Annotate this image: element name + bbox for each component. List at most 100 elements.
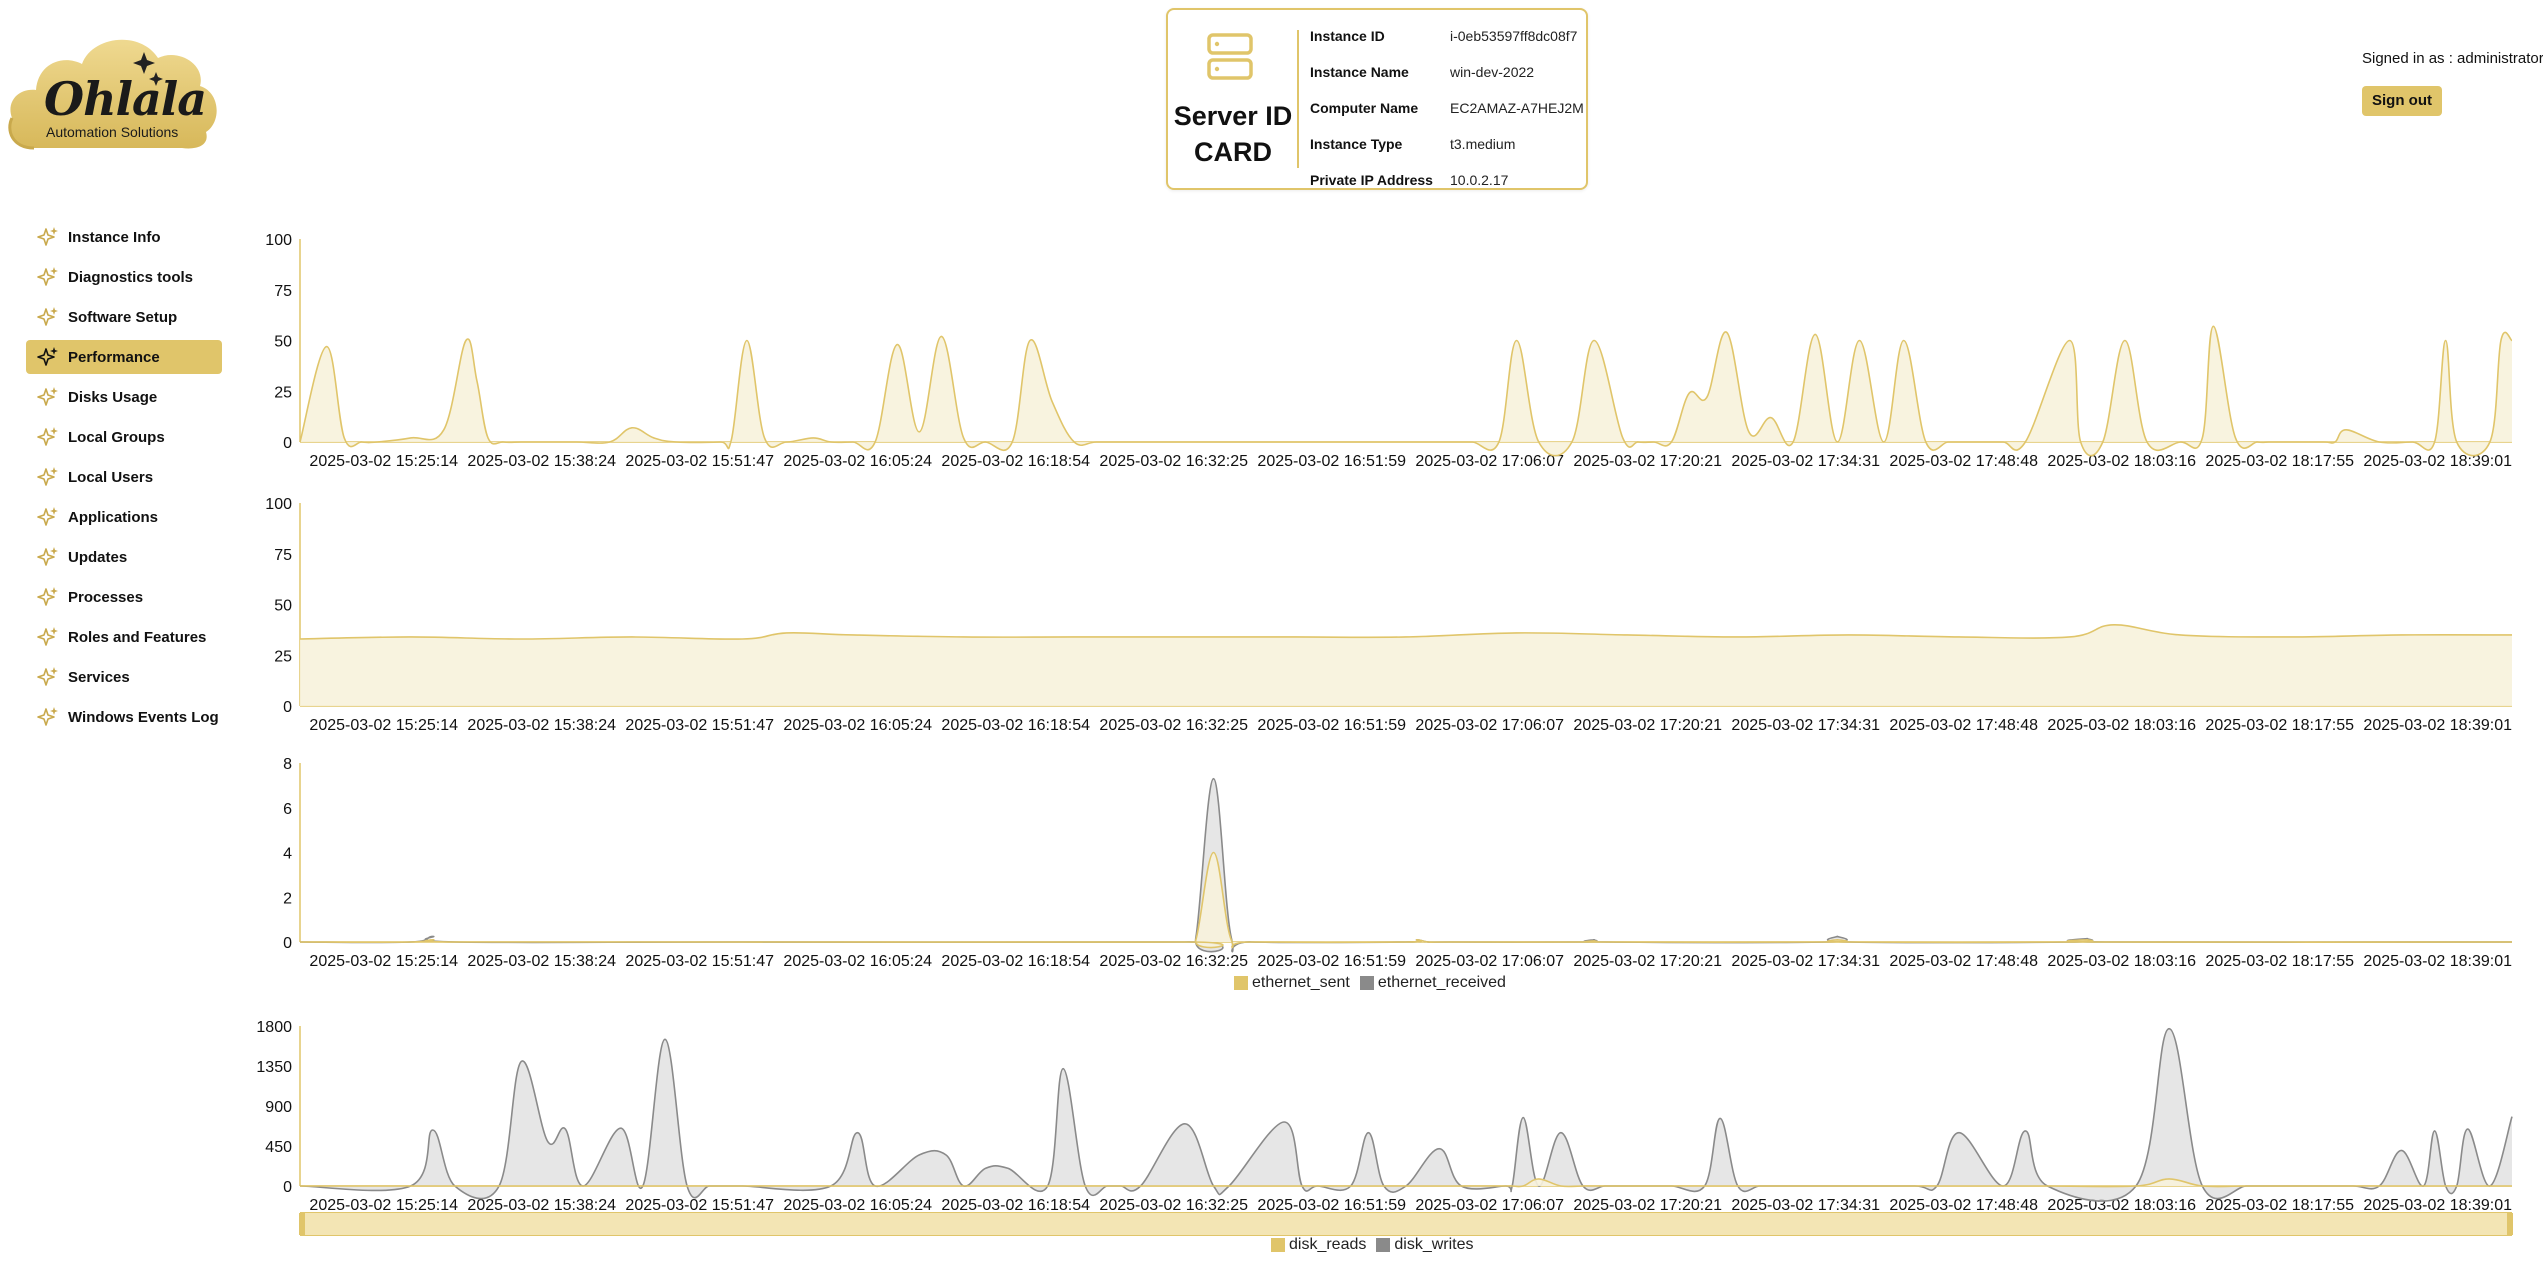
legend-item[interactable]: ethernet_received	[1359, 974, 1506, 992]
y-tick-label: 25	[274, 648, 292, 665]
ohlala-logo[interactable]: Ohlala Automation Solutions	[6, 30, 226, 150]
x-tick-label: 2025-03-02 16:18:54	[941, 453, 1090, 470]
id-card-title: Server ID CARD	[1172, 98, 1294, 170]
x-tick-label: 2025-03-02 15:51:47	[625, 953, 774, 970]
y-tick-label: 0	[283, 1179, 292, 1196]
field-label: Instance Name	[1310, 64, 1409, 80]
sidebar-item-software-setup[interactable]: Software Setup	[26, 300, 222, 334]
sidebar-nav: Instance Info Diagnostics tools Software…	[26, 220, 222, 740]
sidebar-item-updates[interactable]: Updates	[26, 540, 222, 574]
y-tick-label: 2	[283, 890, 292, 907]
series-area	[300, 326, 2512, 456]
y-tick-label: 6	[283, 801, 292, 818]
x-tick-label: 2025-03-02 17:20:21	[1573, 717, 1722, 734]
x-tick-label: 2025-03-02 16:05:24	[783, 953, 932, 970]
sidebar-item-instance-info[interactable]: Instance Info	[26, 220, 222, 254]
field-value: t3.medium	[1450, 136, 1516, 152]
x-tick-label: 2025-03-02 16:18:54	[941, 953, 1090, 970]
network-chart: 0 2 4 6 8 2025-03-02 15:25:14 2025-03-02 15:38…	[250, 752, 2512, 982]
legend-item[interactable]: disk_reads	[1271, 1236, 1366, 1254]
y-tick-label: 1350	[256, 1059, 292, 1076]
legend-label: disk_reads	[1289, 1236, 1367, 1253]
sparkle-icon	[37, 307, 58, 326]
chart-svg: 0 25 50 75 100 2025-03-02 15:25:14 2025-03-02 …	[265, 496, 2512, 734]
sidebar-item-applications[interactable]: Applications	[26, 500, 222, 534]
sidebar-item-local-users[interactable]: Local Users	[26, 460, 222, 494]
legend-item[interactable]: disk_writes	[1376, 1236, 1474, 1254]
x-tick-label: 2025-03-02 18:03:16	[2047, 453, 2196, 470]
x-tick-label: 2025-03-02 17:34:31	[1731, 717, 1880, 734]
cpu-usage-chart: 0 25 50 75 100 2025-03-02 15:25:14 2025-03-02 …	[250, 226, 2513, 476]
y-tick-label: 100	[265, 496, 292, 513]
chart-svg: 0450900135018002025-03-02 15:25:14 2025-0…	[256, 1019, 2513, 1214]
zoom-handle-left[interactable]	[299, 1213, 305, 1235]
sidebar-item-performance[interactable]: Performance	[26, 340, 222, 374]
sidebar-item-disks-usage[interactable]: Disks Usage	[26, 380, 222, 414]
x-tick-label: 2025-03-02 15:51:47	[625, 717, 774, 734]
sidebar-item-roles-and-features[interactable]: Roles and Features	[26, 620, 222, 654]
sidebar-item-processes[interactable]: Processes	[26, 580, 222, 614]
sign-out-button[interactable]: Sign out	[2362, 86, 2442, 116]
field-value: i-0eb53597ff8dc08f7	[1450, 28, 1578, 44]
sidebar-item-windows-events-log[interactable]: Windows Events Log	[26, 700, 222, 734]
sidebar-item-label: Services	[68, 668, 130, 686]
x-tick-label: 2025-03-02 17:34:31	[1731, 953, 1880, 970]
y-tick-label: 0	[283, 435, 292, 452]
sidebar-item-label: Diagnostics tools	[68, 268, 194, 286]
ethernet_sent-line	[299, 851, 2513, 949]
id-card-divider	[1297, 30, 1299, 168]
x-tick-label: 2025-03-02 18:03:16	[2047, 953, 2196, 970]
legend-label: disk_writes	[1394, 1236, 1474, 1253]
x-tick-label: 2025-03-02 16:32:25	[1099, 717, 1248, 734]
chart-svg: 0 2 4 6 8 2025-03-02 15:25:14 2025-03-02 15:38…	[283, 756, 2513, 970]
instance-id-row: Instance ID i-0eb53597ff8dc08f7	[1310, 18, 1584, 54]
x-tick-label: 2025-03-02 18:17:55	[2205, 953, 2354, 970]
x-tick-label: 2025-03-02 18:39:01	[2363, 453, 2512, 470]
field-label: Private IP Address	[1310, 172, 1433, 188]
sidebar-item-local-groups[interactable]: Local Groups	[26, 420, 222, 454]
y-tick-label: 75	[274, 547, 292, 564]
x-tick-label: 2025-03-02 17:06:07	[1415, 453, 1564, 470]
x-tick-label: 2025-03-02 18:17:55	[2205, 453, 2354, 470]
zoom-handle-right[interactable]	[2507, 1213, 2513, 1235]
sidebar-item-diagnostics-tools[interactable]: Diagnostics tools	[26, 260, 222, 294]
x-tick-label: 2025-03-02 16:51:59	[1257, 453, 1406, 470]
y-tick-label: 100	[265, 232, 292, 249]
x-tick-label: 2025-03-02 17:48:48	[1889, 953, 2038, 970]
x-tick-label: 2025-03-02 18:39:01	[2363, 953, 2512, 970]
x-tick-label: 2025-03-02 16:51:59	[1257, 953, 1406, 970]
sidebar-item-label: Applications	[68, 508, 159, 526]
sidebar-item-label: Local Users	[68, 468, 154, 486]
logo-subtitle: Automation Solutions	[46, 124, 179, 140]
sidebar-item-services[interactable]: Services	[26, 660, 222, 694]
sidebar-item-label: Processes	[68, 588, 144, 606]
x-tick-label: 2025-03-02 17:34:31	[1731, 453, 1880, 470]
app-root: Ohlala Automation Solutions Server ID CA…	[0, 0, 2543, 1282]
legend-label: ethernet_sent	[1252, 974, 1350, 991]
legend-swatch	[1234, 976, 1248, 990]
field-label: Instance Type	[1310, 136, 1403, 152]
id-card-title-line1: Server ID	[1173, 101, 1293, 131]
legend-swatch	[1359, 976, 1374, 990]
chart-svg: 0 25 50 75 100 2025-03-02 15:25:14 2025-03-02 …	[265, 232, 2513, 470]
id-card-title-line2: CARD	[1194, 137, 1272, 167]
x-tick-label: 2025-03-02 15:25:14	[309, 717, 458, 734]
sidebar-item-label: Software Setup	[68, 308, 178, 326]
x-tick-label: 2025-03-02 15:25:14	[309, 953, 458, 970]
zoom-slider[interactable]	[299, 1212, 2513, 1236]
x-tick-label: 2025-03-02 16:32:25	[1099, 453, 1248, 470]
x-tick-label: 2025-03-02 17:20:21	[1573, 953, 1722, 970]
private-ip-row: Private IP Address 10.0.2.17	[1310, 162, 1584, 198]
legend-item[interactable]: ethernet_sent	[1234, 974, 1350, 992]
disk_writes-area	[300, 1028, 2512, 1202]
legend-label: ethernet_received	[1377, 974, 1506, 991]
instance-name-row: Instance Name win-dev-2022	[1310, 54, 1584, 90]
sparkle-icon	[37, 387, 58, 406]
y-tick-label: 50	[274, 598, 292, 615]
x-tick-label: 2025-03-02 16:18:54	[941, 717, 1090, 734]
field-value: win-dev-2022	[1450, 64, 1535, 80]
y-tick-label: 75	[274, 283, 292, 300]
ethernet_sent-area	[300, 852, 2512, 948]
sidebar-item-label: Performance	[68, 348, 160, 366]
legend-swatch	[1271, 1238, 1285, 1252]
